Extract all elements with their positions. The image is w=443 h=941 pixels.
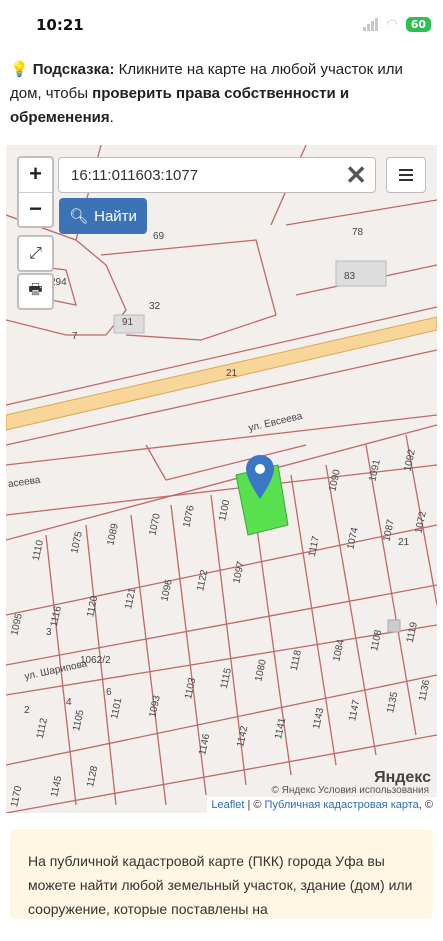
parcel-1090: 1090 [327,468,343,493]
parcel-1146: 1146 [197,732,213,757]
street-evseeva: ул. Евсеева [247,410,304,435]
parcel-1135: 1135 [385,690,401,715]
print-button[interactable]: 🖶 [17,273,54,310]
parcel-1091: 1091 [367,458,383,483]
find-button[interactable]: 🔍︎ Найти [59,198,147,234]
parcel-1115: 1115 [218,667,234,690]
parcel-1101: 1101 [109,696,125,721]
menu-button[interactable] [386,157,426,193]
parcel-1076: 1076 [181,504,197,529]
label-78: 78 [352,227,364,238]
pkk-link[interactable]: Публичная кадастровая карта [265,799,419,811]
parcel-4: 4 [66,697,72,708]
parcel-1093: 1093 [147,694,163,719]
parcel-1097: 1097 [231,560,247,585]
parcel-1087: 1087 [381,518,397,543]
attribution-sep: | © [247,799,262,811]
label-7: 7 [72,331,78,342]
parcel-1062-2: 1062/2 [80,655,111,666]
info-text: На публичной кадастровой карте (ПКК) гор… [28,853,413,917]
parcel-1142: 1142 [235,724,251,749]
map-labels: 69 78 83 91 32 294 7 21 ул. Евсеева асее… [6,145,437,813]
fullscreen-button[interactable]: ⤢ [17,235,54,272]
cadastral-search-box[interactable]: ✕ [58,157,376,193]
parcel-1122: 1122 [195,568,211,593]
road-number-label: 21 [226,368,238,379]
leaflet-link[interactable]: Leaflet [211,799,244,811]
parcel-1080: 1080 [253,658,269,683]
parcel-6: 6 [106,687,112,698]
clear-icon[interactable]: ✕ [345,160,367,191]
parcel-1100: 1100 [217,498,233,523]
parcel-1121: 1121 [123,586,139,611]
parcel-1075: 1075 [69,530,85,555]
parcel-1108: 1108 [369,628,385,653]
label-91: 91 [122,317,134,328]
parcel-1103: 1103 [183,676,199,701]
parcel-1096: 1096 [159,578,175,603]
parcel-1095: 1095 [9,612,25,637]
battery-indicator: 60 [405,16,431,32]
parcel-1110: 1110 [30,539,46,562]
wifi-icon: ◠ [386,16,398,31]
info-box: На публичной кадастровой карте (ПКК) гор… [10,829,433,919]
parcel-1143: 1143 [311,706,327,731]
parcel-1120: 1120 [85,594,101,619]
hint-text: 💡 Подсказка: Кликните на карте на любой у… [10,58,430,130]
parcel-1141: 1141 [273,716,289,741]
map-attribution: Leaflet | © Публичная кадастровая карта,… [207,797,437,813]
zoom-in-button[interactable]: + [19,158,52,193]
parcel-1105: 1105 [71,708,87,733]
yandex-terms[interactable]: © Яндекс Условия использования [271,785,429,796]
street-sharipova: ул. Шарипова [23,658,89,683]
status-bar: 10:21 ◠ 60 [0,0,443,48]
expand-icon: ⤢ [29,244,42,262]
parcel-1070: 1070 [147,512,163,537]
parcel-2: 2 [24,705,30,716]
parcel-1128: 1128 [85,764,101,789]
parcel-1118: 1118 [288,649,304,672]
status-time: 10:21 [36,16,84,34]
parcel-1147: 1147 [347,698,363,723]
label-69: 69 [153,231,165,242]
map-pin-icon[interactable] [246,455,274,499]
cadastral-map[interactable]: 69 78 83 91 32 294 7 21 ул. Евсеева асее… [6,145,437,813]
label-83: 83 [344,271,356,282]
parcel-1112: 1112 [34,717,50,740]
parcel-1092: 1092 [402,448,418,473]
hamburger-icon [399,169,413,171]
find-button-label: Найти [94,207,137,225]
parcel-3: 3 [46,627,52,638]
parcel-1117: 1117 [306,535,322,558]
parcel-1089: 1089 [105,522,121,547]
parcel-1116: 1116 [48,605,64,628]
parcel-1119: 1119 [404,621,420,644]
hint-end: . [109,109,114,126]
parcel-1136: 1136 [417,678,433,703]
zoom-out-button[interactable]: − [19,193,52,227]
lightbulb-icon: 💡 [10,61,29,78]
zoom-control: + − [17,156,54,228]
status-icons: ◠ 60 [363,16,431,32]
printer-icon: 🖶 [28,281,43,298]
parcel-1145: 1145 [49,774,65,799]
parcel-1072: 1072 [413,510,429,535]
street-evseeva-left: асеева [7,474,42,491]
parcel-21: 21 [398,537,410,548]
hint-prefix: Подсказка: [32,61,115,78]
label-32: 32 [149,301,161,312]
cadastral-number-input[interactable] [69,166,333,185]
parcel-1084: 1084 [331,638,347,663]
attribution-tail: , © [418,799,433,811]
parcel-1074: 1074 [345,526,361,551]
signal-icon [363,17,379,31]
parcel-1170: 1170 [9,784,25,809]
search-icon: 🔍︎ [69,208,89,225]
